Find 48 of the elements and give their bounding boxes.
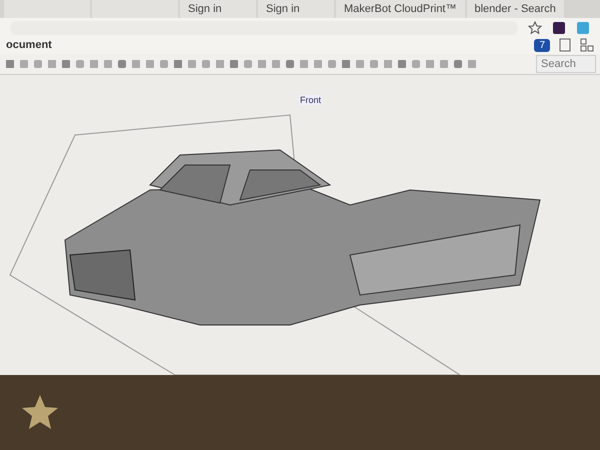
toolbar-icon[interactable] xyxy=(144,58,156,70)
search-field[interactable]: Search xyxy=(536,54,596,73)
toolbar-icon[interactable] xyxy=(74,58,86,70)
toolbar-icon[interactable] xyxy=(130,58,142,70)
toolbar-icon[interactable] xyxy=(158,58,170,70)
browser-tab[interactable] xyxy=(92,0,178,18)
toolbar-icon[interactable] xyxy=(270,58,282,70)
toolbar-icon[interactable] xyxy=(466,58,478,70)
toolbar-icon[interactable] xyxy=(326,58,338,70)
document-title: ocument xyxy=(6,39,52,52)
toolbar-icon[interactable] xyxy=(172,58,184,70)
plane-label: Front xyxy=(300,94,322,105)
browser-tab[interactable]: Sign in xyxy=(180,0,256,18)
toolbar-icon[interactable] xyxy=(242,58,254,70)
toolbar-icon[interactable] xyxy=(284,58,296,70)
browser-tab[interactable]: MakerBot CloudPrint™ xyxy=(336,0,464,18)
toolbar-icon[interactable] xyxy=(228,58,240,70)
toolbar-icon[interactable] xyxy=(410,58,422,70)
toolbar-icon[interactable] xyxy=(214,58,226,70)
toolbar-icon[interactable] xyxy=(32,58,44,70)
toolbar-icon[interactable] xyxy=(368,58,380,70)
toolbar-icon[interactable] xyxy=(102,58,114,70)
toolbar-icon[interactable] xyxy=(354,58,366,70)
browser-tab[interactable]: blender - Search xyxy=(466,0,564,18)
toolbar-icon[interactable] xyxy=(18,58,30,70)
toolbar-icon[interactable] xyxy=(186,58,198,70)
apps-icon[interactable] xyxy=(580,38,594,52)
toolbar-icon[interactable] xyxy=(46,58,58,70)
browser-tab[interactable]: Sign in xyxy=(258,0,334,18)
document-icon[interactable] xyxy=(558,38,572,52)
toolbar-icon[interactable] xyxy=(452,58,464,70)
toolbar-icon[interactable] xyxy=(396,58,408,70)
toolbar-icon[interactable] xyxy=(312,58,324,70)
toolbar-icon[interactable] xyxy=(438,58,450,70)
toolbar-icon[interactable] xyxy=(4,58,16,70)
toolbar-icon[interactable] xyxy=(200,58,212,70)
toolbar-icon[interactable] xyxy=(340,58,352,70)
toolbar-icon[interactable] xyxy=(298,58,310,70)
star-icon[interactable] xyxy=(528,20,542,35)
toolbar-icon[interactable] xyxy=(88,58,100,70)
toolbar-icon[interactable] xyxy=(60,58,72,70)
toolbar-icon[interactable] xyxy=(256,58,268,70)
toolbar-icon[interactable] xyxy=(116,58,128,70)
toolbar-icon[interactable] xyxy=(382,58,394,70)
toolbar-icon[interactable] xyxy=(424,58,436,70)
notification-badge[interactable]: 7 xyxy=(534,38,550,52)
extension-icon[interactable] xyxy=(552,20,566,35)
browser-tab[interactable] xyxy=(4,0,90,18)
